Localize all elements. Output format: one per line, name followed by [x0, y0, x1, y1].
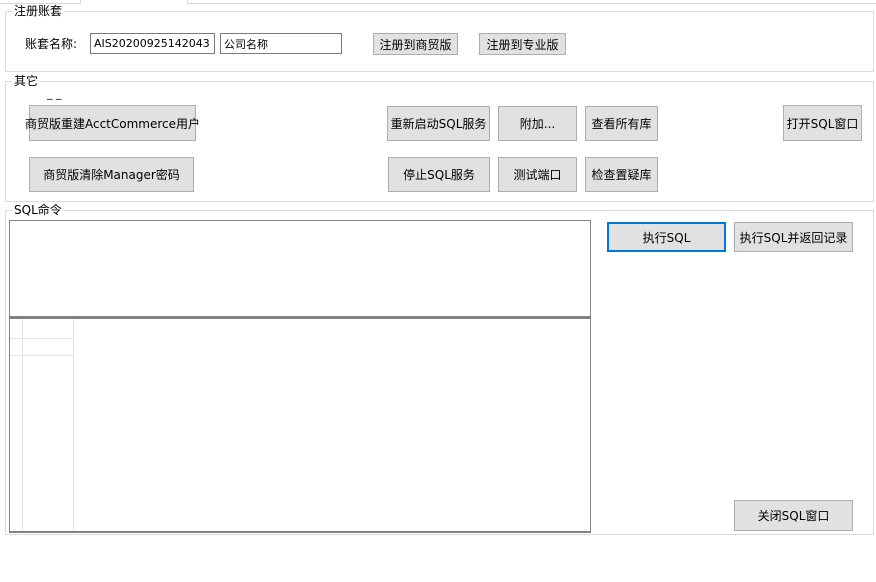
account-name-label: 账套名称:: [25, 37, 78, 51]
register-group-title: 注册账套: [12, 4, 65, 18]
sql-command-editor[interactable]: [9, 220, 591, 318]
register-pro-button[interactable]: 注册到专业版: [479, 33, 566, 55]
stop-sql-service-button[interactable]: 停止SQL服务: [388, 157, 490, 192]
sql-group-title: SQL命令: [12, 203, 64, 217]
attach-database-button[interactable]: 附加...: [498, 106, 577, 141]
other-group-marker: _ _: [47, 87, 62, 100]
company-name-input[interactable]: [220, 33, 342, 54]
execute-sql-button[interactable]: 执行SQL: [607, 222, 726, 252]
clear-manager-password-button[interactable]: 商贸版清除Manager密码: [29, 157, 194, 192]
account-name-input[interactable]: [90, 33, 215, 54]
restart-sql-service-button[interactable]: 重新启动SQL服务: [387, 106, 490, 141]
grid-row-header-divider: [22, 319, 23, 531]
register-commerce-button[interactable]: 注册到商贸版: [373, 33, 458, 55]
check-suspect-databases-button[interactable]: 检查置疑库: [585, 157, 658, 192]
test-port-button[interactable]: 测试端口: [498, 157, 577, 192]
grid-row-divider: [10, 355, 74, 356]
view-all-databases-button[interactable]: 查看所有库: [585, 106, 658, 141]
sql-results-grid[interactable]: [9, 318, 591, 533]
other-group-title: 其它: [12, 74, 41, 88]
open-sql-window-button[interactable]: 打开SQL窗口: [783, 105, 862, 141]
execute-sql-return-records-button[interactable]: 执行SQL并返回记录: [734, 222, 853, 252]
grid-header-divider: [10, 338, 74, 339]
rebuild-acctcommerce-user-button[interactable]: 商贸版重建AcctCommerce用户: [25, 105, 200, 141]
tab-stub[interactable]: [80, 0, 188, 4]
grid-column-divider: [73, 319, 74, 531]
close-sql-window-button[interactable]: 关闭SQL窗口: [734, 500, 853, 531]
